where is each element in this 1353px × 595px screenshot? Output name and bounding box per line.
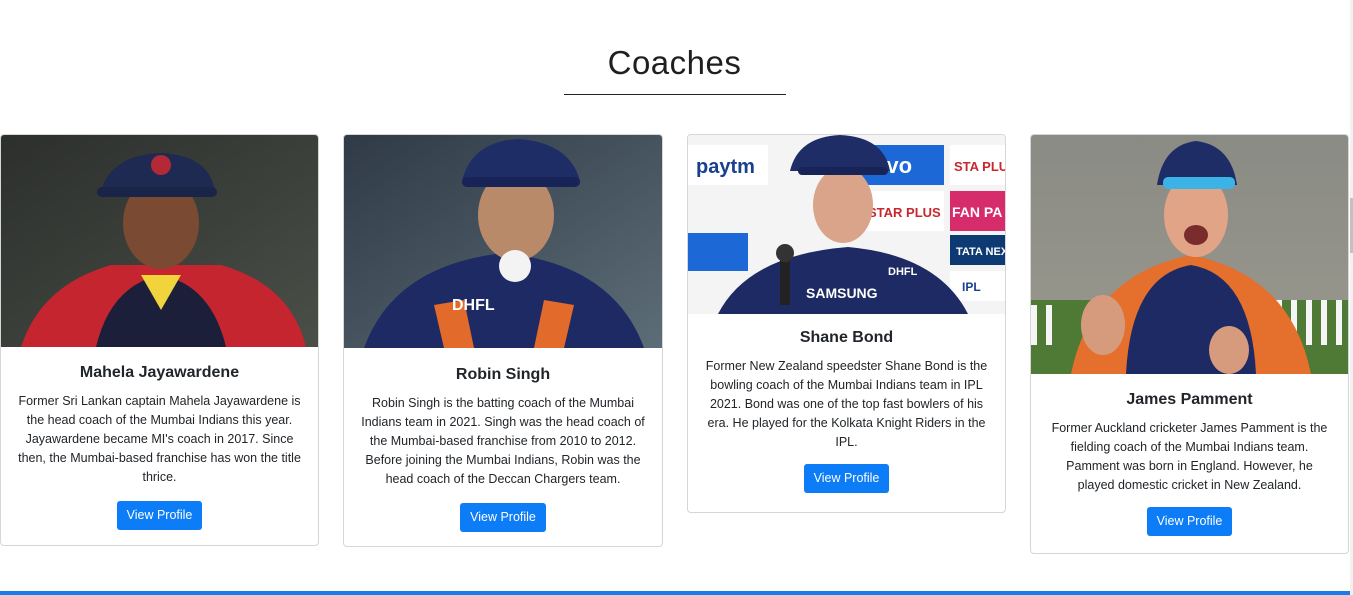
sponsor-text: TATA NEXO xyxy=(956,246,1005,258)
coach-name: Mahela Jayawardene xyxy=(79,364,240,381)
coach-card: James Pamment Former Auckland cricketer … xyxy=(1030,134,1349,554)
coach-card: paytm vivo STA PLU STAR PLUS FAN PA TATA… xyxy=(687,134,1006,513)
sponsor-text: SAMSUNG xyxy=(806,285,878,301)
sponsor-text: IPL xyxy=(962,280,981,294)
view-profile-button[interactable]: View Profile xyxy=(803,464,890,493)
coach-name: Robin Singh xyxy=(455,366,551,383)
footer-accent-bar xyxy=(0,591,1350,595)
view-profile-button[interactable]: View Profile xyxy=(460,503,546,532)
section-title: Coaches xyxy=(607,44,742,81)
coach-card: Mahela Jayawardene Former Sri Lankan cap… xyxy=(0,134,319,546)
coach-description: Former Auckland cricketer James Pamment … xyxy=(1051,421,1328,492)
coach-name: Shane Bond xyxy=(799,329,894,346)
view-profile-button[interactable]: View Profile xyxy=(116,501,203,530)
coach-photo xyxy=(1,135,318,347)
sponsor-text: STAR PLUS xyxy=(868,205,941,220)
coach-photo xyxy=(1031,135,1348,374)
sponsor-text: FAN PA xyxy=(952,204,1002,220)
view-profile-button[interactable]: View Profile xyxy=(1146,507,1233,536)
coach-photo: paytm vivo STA PLU STAR PLUS FAN PA TATA… xyxy=(688,135,1005,314)
sponsor-text: paytm xyxy=(696,156,755,178)
svg-text:STA PLU: STA PLU xyxy=(954,159,1005,174)
svg-text:DHFL: DHFL xyxy=(452,297,495,314)
coach-photo: DHFL xyxy=(344,135,662,348)
coach-description: Former Sri Lankan captain Mahela Jayawar… xyxy=(18,394,301,484)
coach-description: Former New Zealand speedster Shane Bond … xyxy=(705,359,988,449)
title-underline xyxy=(564,94,786,95)
coach-name: James Pamment xyxy=(1126,391,1253,408)
coach-card: DHFL Robin Singh Robin Singh is the batt… xyxy=(343,134,663,547)
coach-description: Robin Singh is the batting coach of the … xyxy=(361,396,645,486)
coaches-page: Coaches Mahela Jayawardene Former Sri La… xyxy=(0,0,1353,595)
sponsor-text: DHFL xyxy=(888,266,918,278)
